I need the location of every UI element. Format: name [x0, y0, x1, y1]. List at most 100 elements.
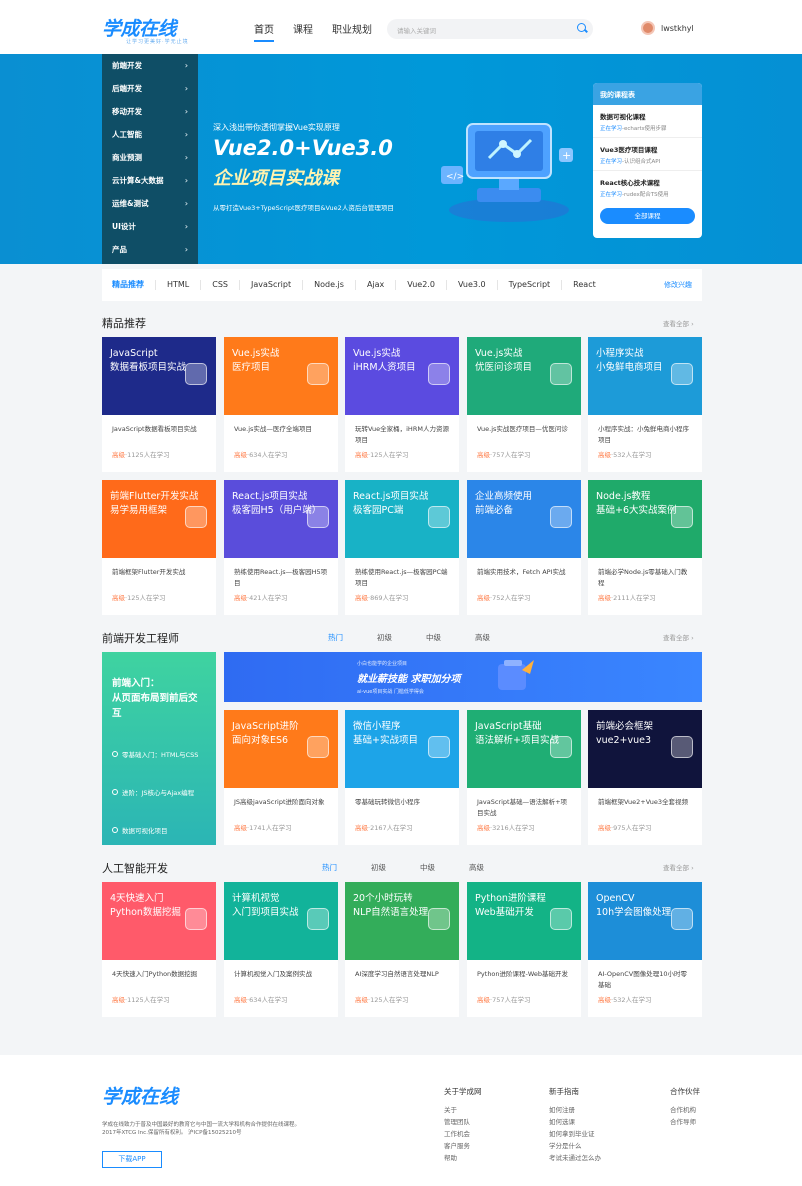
- course-card[interactable]: React.js项目实战 极客园H5（用户端） 熟练使用React.js—极客园H…: [224, 480, 338, 615]
- course-card[interactable]: 前端必会框架 vue2+vue3 前端框架Vue2+Vue3全套视频 高级·975人…: [588, 710, 702, 845]
- banner-title: Vue2.0+Vue3.0: [213, 136, 393, 160]
- course-cover: JavaScript进阶 面向对象ES6: [224, 710, 338, 788]
- tab-beginner[interactable]: 初级: [371, 862, 386, 873]
- view-all-ai-link[interactable]: 查看全部 ›: [663, 862, 694, 872]
- nav-career[interactable]: 职业规划: [332, 21, 372, 42]
- hero-banner[interactable]: 前端开发 › 后端开发 › 移动开发 › 人工智能 › 商业预测 › 云计算&大数据 › 运维&测试 › U…: [0, 54, 802, 264]
- course-cover: Vue.js实战 iHRM人资项目: [345, 337, 459, 415]
- course-card[interactable]: 前端Flutter开发实战 易学易用框架 前端框架Flutter开发实战 高级·12…: [102, 480, 216, 615]
- view-all-featured-link[interactable]: 查看全部 ›: [663, 318, 694, 328]
- course-card[interactable]: 20个小时玩转 NLP自然语言处理 AI深度学习自然语言处理NLP 高级·125人在…: [345, 882, 459, 1017]
- footer-link[interactable]: 管理团队: [444, 1116, 482, 1128]
- avatar[interactable]: [641, 21, 655, 35]
- course-card[interactable]: Node.js教程 基础+6大实战案例 前端必学Node.js零基础入门教程 高级·…: [588, 480, 702, 615]
- course-card[interactable]: Python进阶课程 Web基础开发 Python进阶课程-Web基础开发 高级·7…: [467, 882, 581, 1017]
- interest-tag[interactable]: 精品推荐: [112, 280, 156, 290]
- course-badge-icon: [428, 736, 450, 758]
- category-item[interactable]: 云计算&大数据 ›: [102, 169, 198, 192]
- site-logo[interactable]: 学成在线 让学习更美好·学无止境: [102, 14, 189, 45]
- course-meta: 高级·532人在学习: [598, 996, 652, 1004]
- category-item[interactable]: 产品 ›: [102, 238, 198, 261]
- search-input[interactable]: 请输入关键词: [387, 19, 593, 39]
- course-cover: 前端Flutter开发实战 易学易用框架: [102, 480, 216, 558]
- course-card[interactable]: 微信小程序 基础+实战项目 零基础玩转微信小程序 高级·2167人在学习: [345, 710, 459, 845]
- course-card[interactable]: 4天快速入门 Python数据挖掘 4天快速入门Python数据挖掘 高级·1125…: [102, 882, 216, 1017]
- course-card[interactable]: React.js项目实战 极客园PC端 熟练使用React.js—极客园PC端项目…: [345, 480, 459, 615]
- course-card[interactable]: Vue.js实战 iHRM人资项目 玩转Vue全家桶，iHRM人力资源项目 高级·1…: [345, 337, 459, 472]
- course-card[interactable]: Vue.js实战 医疗项目 Vue.js实战—医疗全端项目 高级·634人在学习: [224, 337, 338, 472]
- interest-tag[interactable]: React: [562, 280, 607, 290]
- footer-link[interactable]: 如何选课: [549, 1116, 601, 1128]
- all-courses-button[interactable]: 全部课程: [600, 208, 695, 224]
- category-item[interactable]: 运维&测试 ›: [102, 192, 198, 215]
- my-course-item[interactable]: Vue3医疗项目课程 正在学习-认识组合式API: [593, 138, 702, 171]
- course-name: 计算机视觉入门及案例实战: [234, 970, 312, 978]
- footer-link[interactable]: 合作导师: [670, 1116, 700, 1128]
- category-item[interactable]: UI设计 ›: [102, 215, 198, 238]
- footer-link[interactable]: 关于: [444, 1104, 482, 1116]
- course-card[interactable]: JavaScript 数据看板项目实战 JavaScript数据看板项目实战 高级·…: [102, 337, 216, 472]
- logo-slogan: 让学习更美好·学无止境: [126, 39, 189, 45]
- rocket-icon: [498, 660, 534, 690]
- nav-courses[interactable]: 课程: [293, 21, 313, 42]
- download-app-button[interactable]: 下载APP: [102, 1151, 162, 1168]
- footer-column-title: 新手指南: [549, 1087, 579, 1096]
- edit-interests-link[interactable]: 修改兴趣: [664, 280, 692, 290]
- footer-link[interactable]: 考试未通过怎么办: [549, 1152, 601, 1164]
- footer-link[interactable]: 帮助: [444, 1152, 482, 1164]
- course-badge-icon: [671, 908, 693, 930]
- chevron-right-icon: ›: [184, 84, 188, 93]
- search-icon[interactable]: [577, 23, 586, 32]
- category-item[interactable]: 商业预测 ›: [102, 146, 198, 169]
- course-card[interactable]: JavaScript进阶 面向对象ES6 JS高级javaScript进阶面向对象…: [224, 710, 338, 845]
- footer-logo[interactable]: 学成在线: [102, 1082, 178, 1109]
- interest-tag[interactable]: JavaScript: [240, 280, 304, 290]
- my-course-item[interactable]: React核心技术课程 正在学习-rudex配合TS使用: [593, 171, 702, 204]
- user-menu[interactable]: lwstkhyl: [641, 21, 694, 35]
- tab-intermediate[interactable]: 中级: [426, 632, 441, 643]
- tab-advanced[interactable]: 高级: [469, 862, 484, 873]
- chevron-right-icon: ›: [184, 176, 188, 185]
- frontend-path-promo[interactable]: 前端入门： 从页面布局到前后交互 零基础入门：HTML与CSS 进阶：JS核心与…: [102, 652, 216, 845]
- interest-tag[interactable]: Ajax: [356, 280, 397, 290]
- tab-intermediate[interactable]: 中级: [420, 862, 435, 873]
- category-item[interactable]: 后端开发 ›: [102, 77, 198, 100]
- interest-tag[interactable]: Vue2.0: [396, 280, 447, 290]
- category-item[interactable]: 前端开发 ›: [102, 54, 198, 77]
- course-card[interactable]: 小程序实战 小兔鲜电商项目 小程序实战：小兔鲜电商小程序项目 高级·532人在学习: [588, 337, 702, 472]
- course-card[interactable]: Vue.js实战 优医问诊项目 Vue.js实战医疗项目—优医问诊 高级·757人在…: [467, 337, 581, 472]
- chevron-right-icon: ›: [184, 107, 188, 116]
- course-name: JavaScript基础—语法解析+项目实战: [477, 798, 568, 817]
- interest-tag[interactable]: CSS: [201, 280, 241, 290]
- course-badge-icon: [550, 363, 572, 385]
- chevron-right-icon: ›: [184, 222, 188, 231]
- course-name: 熟练使用React.js—极客园PC端项目: [355, 568, 448, 587]
- footer-link[interactable]: 如何拿到毕业证: [549, 1128, 601, 1140]
- footer-link[interactable]: 合作机构: [670, 1104, 700, 1116]
- interest-tag[interactable]: Vue3.0: [447, 280, 498, 290]
- job-skill-promo-banner[interactable]: 小白也能学的企业项目 就业薪技能 求职加分项 ai-vue项目实战 门槛低学得会: [224, 652, 702, 702]
- tab-hot[interactable]: 热门: [322, 862, 337, 873]
- category-item[interactable]: 人工智能 ›: [102, 123, 198, 146]
- footer-link[interactable]: 客户服务: [444, 1140, 482, 1152]
- interest-tag[interactable]: Node.js: [303, 280, 356, 290]
- tab-hot[interactable]: 热门: [328, 632, 343, 643]
- course-card[interactable]: JavaScript基础 语法解析+项目实战 JavaScript基础—语法解析+…: [467, 710, 581, 845]
- interest-tag[interactable]: TypeScript: [498, 280, 563, 290]
- footer-link[interactable]: 工作机会: [444, 1128, 482, 1140]
- course-card[interactable]: 企业高频使用 前端必备 前端实用技术，Fetch API实战 高级·752人在学习: [467, 480, 581, 615]
- course-name: 零基础玩转微信小程序: [355, 798, 420, 806]
- course-card[interactable]: OpenCV 10h学会图像处理 AI-OpenCV图像处理10小时零基础 高级·5…: [588, 882, 702, 1017]
- nav-home[interactable]: 首页: [254, 21, 274, 42]
- course-card[interactable]: 计算机视觉 入门到项目实战 计算机视觉入门及案例实战 高级·634人在学习: [224, 882, 338, 1017]
- view-all-frontend-link[interactable]: 查看全部 ›: [663, 632, 694, 642]
- category-item[interactable]: 移动开发 ›: [102, 100, 198, 123]
- footer-link[interactable]: 如何注册: [549, 1104, 601, 1116]
- my-course-item[interactable]: 数据可视化课程 正在学习-echarts使用步骤: [593, 105, 702, 138]
- course-badge-icon: [550, 908, 572, 930]
- interest-tag[interactable]: HTML: [156, 280, 202, 290]
- username[interactable]: lwstkhyl: [661, 24, 694, 33]
- tab-advanced[interactable]: 高级: [475, 632, 490, 643]
- footer-link[interactable]: 学分是什么: [549, 1140, 601, 1152]
- tab-beginner[interactable]: 初级: [377, 632, 392, 643]
